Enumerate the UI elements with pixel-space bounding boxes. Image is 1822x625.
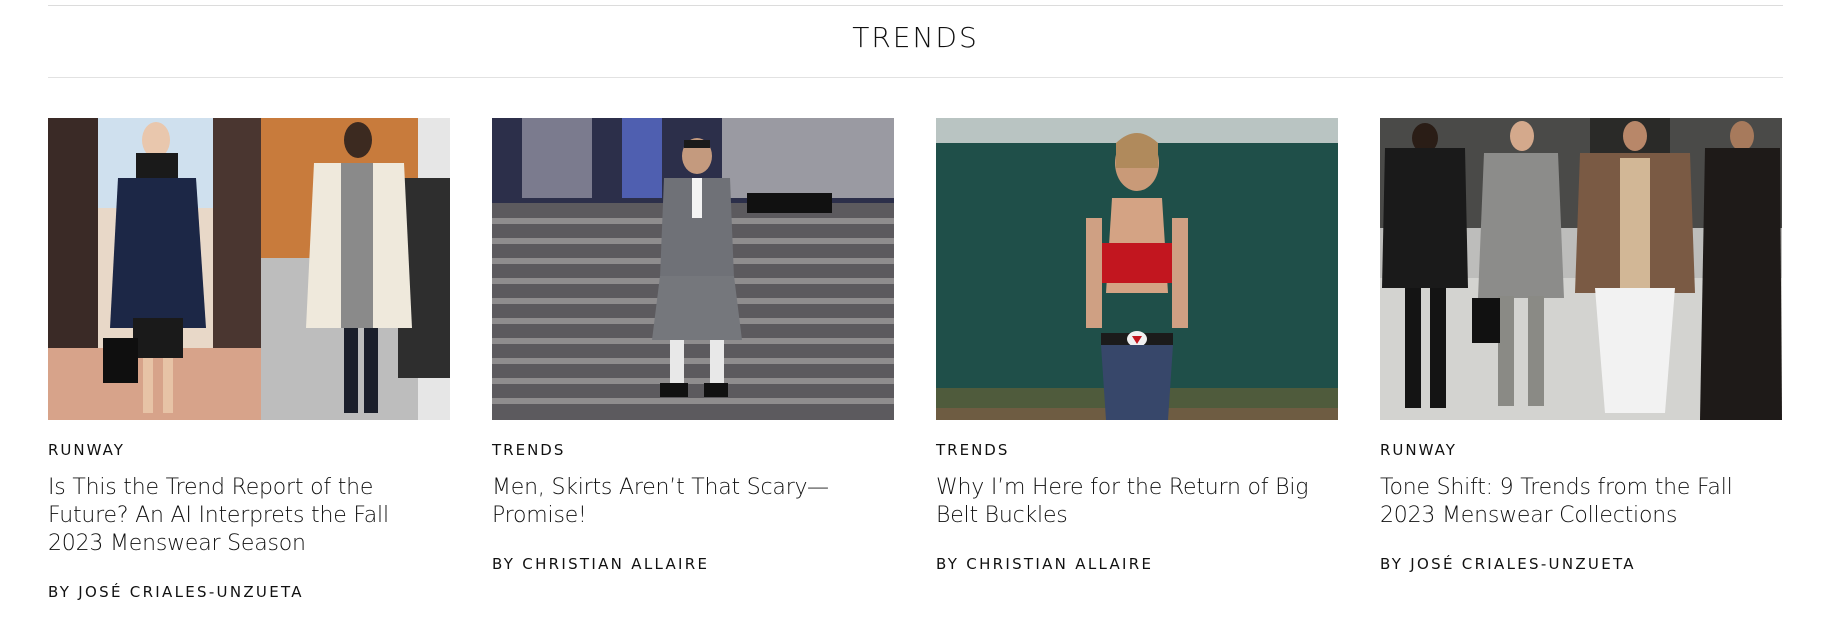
article-byline[interactable]: BY CHRISTIAN ALLAIRE — [492, 554, 894, 574]
menswear-runway-photo — [1380, 118, 1782, 420]
article-thumbnail[interactable] — [936, 118, 1338, 420]
article-card[interactable]: RUNWAY Is This the Trend Report of the F… — [48, 118, 450, 602]
bottom-divider — [48, 77, 1783, 78]
article-headline[interactable]: Tone Shift: 9 Trends from the Fall 2023 … — [1380, 474, 1782, 530]
article-headline[interactable]: Is This the Trend Report of the Future? … — [48, 474, 450, 558]
article-rubric[interactable]: TRENDS — [936, 440, 1338, 460]
man-in-kilt-photo — [492, 118, 894, 420]
article-byline[interactable]: BY JOSÉ CRIALES-UNZUETA — [48, 582, 450, 602]
article-byline[interactable]: BY JOSÉ CRIALES-UNZUETA — [1380, 554, 1782, 574]
article-card[interactable]: TRENDS Why I’m Here for the Return of Bi… — [936, 118, 1338, 602]
article-thumbnail[interactable] — [492, 118, 894, 420]
article-headline[interactable]: Why I’m Here for the Return of Big Belt … — [936, 474, 1338, 530]
article-rubric[interactable]: TRENDS — [492, 440, 894, 460]
woman-big-belt-buckle-photo — [936, 118, 1338, 420]
runway-models-photo — [48, 118, 450, 420]
article-grid: RUNWAY Is This the Trend Report of the F… — [48, 118, 1783, 602]
article-byline[interactable]: BY CHRISTIAN ALLAIRE — [936, 554, 1338, 574]
article-thumbnail[interactable] — [48, 118, 450, 420]
article-headline[interactable]: Men, Skirts Aren’t That Scary—Promise! — [492, 474, 894, 530]
article-card[interactable]: RUNWAY Tone Shift: 9 Trends from the Fal… — [1380, 118, 1782, 602]
article-thumbnail[interactable] — [1380, 118, 1782, 420]
article-rubric[interactable]: RUNWAY — [1380, 440, 1782, 460]
top-divider — [48, 5, 1783, 6]
section-title: TRENDS — [852, 21, 979, 54]
article-rubric[interactable]: RUNWAY — [48, 440, 450, 460]
article-card[interactable]: TRENDS Men, Skirts Aren’t That Scary—Pro… — [492, 118, 894, 602]
